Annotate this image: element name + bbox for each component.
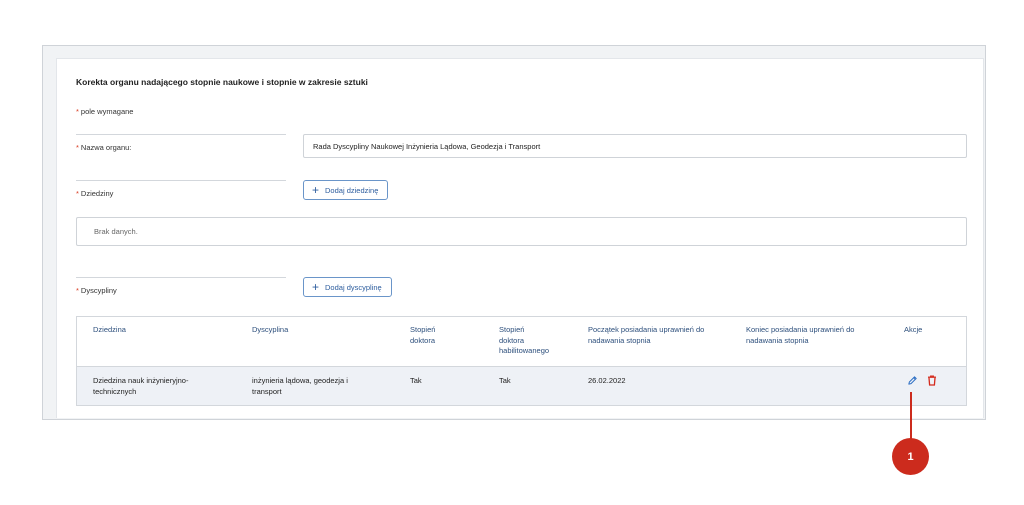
cell-line: technicznych: [93, 386, 137, 396]
cell-discipline: inżynieria lądowa, geodezja i transport: [252, 376, 348, 397]
column-header-actions: Akcje: [904, 325, 922, 336]
form-panel-frame: Korekta organu nadającego stopnie naukow…: [42, 45, 986, 420]
cell-habilitation: Tak: [499, 376, 511, 385]
add-discipline-label: Dodaj dyscyplinę: [325, 282, 382, 292]
column-header-domain: Dziedzina: [93, 325, 126, 336]
form-card: Korekta organu nadającego stopnie naukow…: [56, 58, 984, 418]
required-note-text: pole wymagane: [80, 107, 134, 116]
field-divider: [76, 134, 286, 135]
header-line: Stopień: [410, 325, 436, 334]
header-line: habilitowanego: [499, 346, 550, 355]
form-title: Korekta organu nadającego stopnie naukow…: [76, 77, 368, 87]
cell-line: Dziedzina nauk inżynieryjno-: [93, 376, 189, 385]
cell-line: transport: [252, 386, 282, 396]
column-header-end: Koniec posiadania uprawnień do nadawania …: [746, 325, 854, 346]
column-header-discipline: Dyscyplina: [252, 325, 288, 336]
header-line: Początek posiadania uprawnień do: [588, 325, 705, 334]
required-star: *: [76, 286, 79, 295]
disciplines-table: Dziedzina Dyscyplina Stopień doktora Stop…: [76, 316, 967, 406]
column-header-habilitation: Stopień doktora habilitowanego: [499, 325, 549, 357]
header-line: doktora: [410, 335, 436, 345]
name-label-text: Nazwa organu:: [80, 143, 132, 152]
header-line: Dyscyplina: [252, 325, 289, 334]
cell-line: inżynieria lądowa, geodezja i: [252, 376, 348, 385]
callout-line: [910, 392, 912, 440]
disciplines-label-text: Dyscypliny: [80, 286, 117, 295]
required-star: *: [76, 189, 79, 198]
domains-empty-box: Brak danych.: [76, 217, 967, 246]
add-domain-label: Dodaj dziedzinę: [325, 185, 379, 195]
pencil-icon: [907, 375, 917, 385]
edit-button[interactable]: [906, 374, 918, 386]
required-star: *: [76, 107, 79, 116]
add-domain-button[interactable]: + Dodaj dziedzinę: [303, 180, 389, 200]
add-discipline-button[interactable]: + Dodaj dyscyplinę: [303, 277, 392, 297]
domains-label-text: Dziedziny: [80, 189, 114, 198]
table-row: Dziedzina nauk inżynieryjno-technicznych…: [77, 367, 966, 405]
required-note: * pole wymagane: [76, 107, 133, 116]
domains-field-label: * Dziedziny: [76, 189, 113, 198]
header-line: doktora: [499, 335, 525, 345]
cell-start-date: 26.02.2022: [588, 376, 626, 385]
trash-icon: [928, 374, 936, 386]
column-header-start: Początek posiadania uprawnień do nadawani…: [588, 325, 704, 346]
header-line: Dziedzina: [93, 325, 126, 334]
header-line: nadawania stopnia: [588, 335, 651, 345]
plus-icon: +: [312, 280, 320, 294]
header-line: Stopień: [499, 325, 525, 334]
required-star: *: [76, 143, 79, 152]
field-divider: [76, 277, 286, 278]
callout-badge: 1: [892, 438, 929, 475]
delete-button[interactable]: [926, 374, 938, 386]
cell-doctor: Tak: [410, 376, 422, 385]
field-divider: [76, 180, 286, 181]
header-line: nadawania stopnia: [746, 335, 809, 345]
organ-name-input[interactable]: Rada Dyscypliny Naukowej Inżynieria Lądo…: [303, 134, 967, 158]
plus-icon: +: [312, 183, 320, 197]
cell-domain: Dziedzina nauk inżynieryjno-technicznych: [93, 376, 188, 397]
column-header-doctor: Stopień doktora: [410, 325, 435, 346]
header-line: Koniec posiadania uprawnień do: [746, 325, 855, 334]
table-header: Dziedzina Dyscyplina Stopień doktora Stop…: [77, 317, 966, 367]
disciplines-field-label: * Dyscypliny: [76, 286, 117, 295]
name-field-label: * Nazwa organu:: [76, 143, 131, 152]
header-line: Akcje: [904, 325, 923, 334]
